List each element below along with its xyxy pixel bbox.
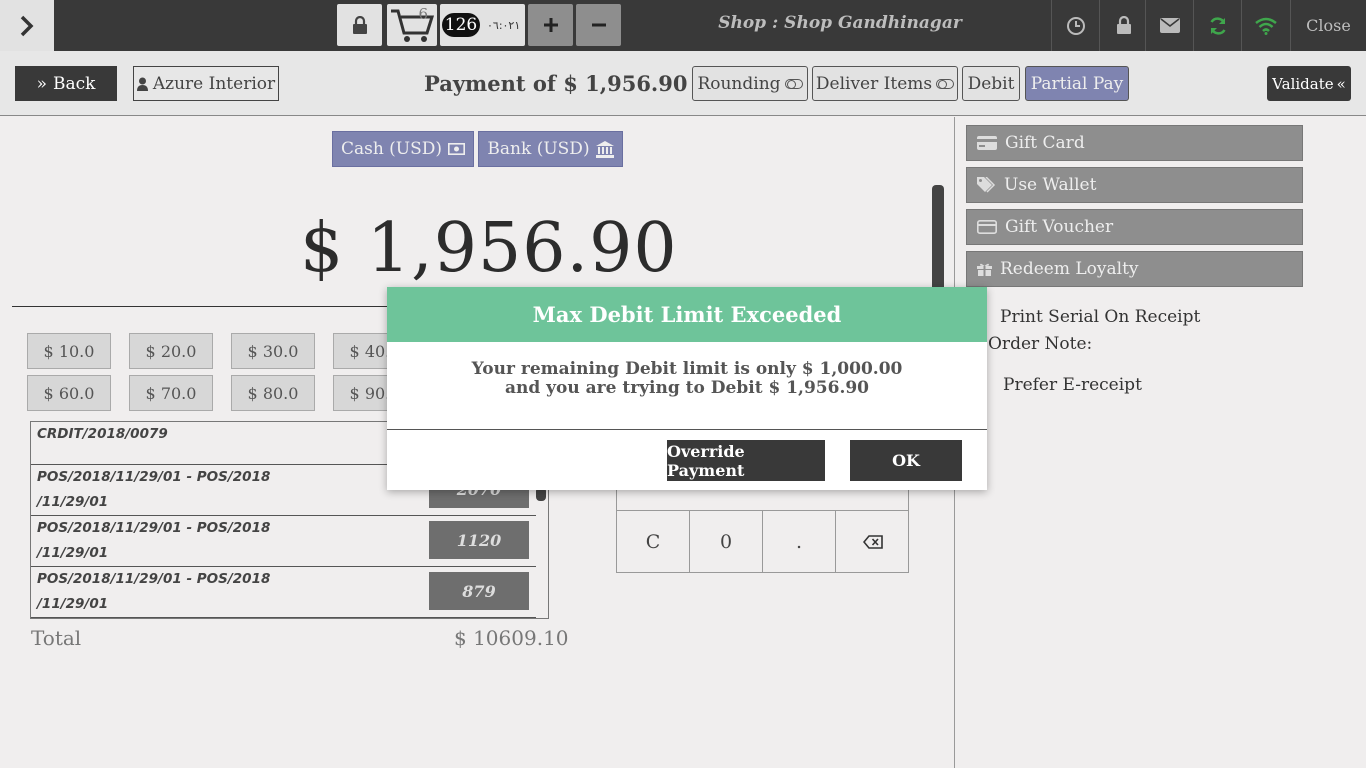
dialog-message-line: Your remaining Debit limit is only $ 1,0… (471, 358, 903, 379)
ok-button[interactable]: OK (850, 440, 962, 481)
dialog-body: Your remaining Debit limit is only $ 1,0… (387, 342, 987, 430)
modal-overlay: Max Debit Limit Exceeded Your remaining … (0, 0, 1366, 768)
override-payment-button[interactable]: Override Payment (667, 440, 825, 481)
dialog-title: Max Debit Limit Exceeded (387, 287, 987, 342)
dialog-message-line: and you are trying to Debit $ 1,956.90 (504, 377, 870, 398)
debit-limit-dialog: Max Debit Limit Exceeded Your remaining … (387, 287, 987, 490)
